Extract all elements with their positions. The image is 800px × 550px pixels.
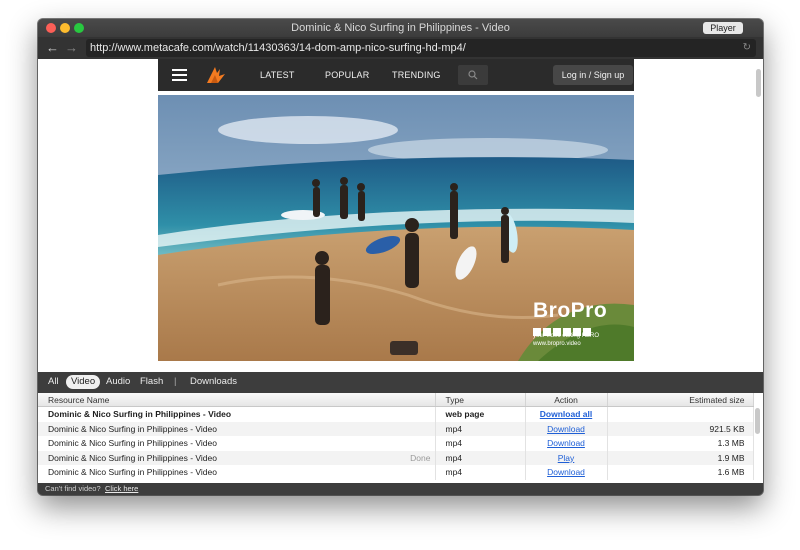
window-title: Dominic & Nico Surfing in Philippines - … xyxy=(291,22,510,34)
table-header: Resource Name Type Action Estimated size xyxy=(38,393,754,407)
table-row[interactable]: Dominic & Nico Surfing in Philippines - … xyxy=(38,436,754,451)
metacafe-logo-icon[interactable] xyxy=(206,65,226,85)
forward-arrow-icon[interactable]: → xyxy=(65,39,78,57)
column-header-type[interactable]: Type xyxy=(435,393,526,407)
filter-audio[interactable]: Audio xyxy=(106,372,130,392)
resource-action: Download xyxy=(525,421,608,436)
bropro-watermark: BroPro your video editing HERO www.bropr… xyxy=(533,300,633,348)
login-signup-button[interactable]: Log in / Sign up xyxy=(553,65,633,85)
resource-type: mp4 xyxy=(435,450,526,465)
resource-size: 1.3 MB xyxy=(607,436,754,451)
resource-size xyxy=(607,406,754,422)
column-header-name[interactable]: Resource Name xyxy=(38,393,436,407)
site-navbar: LATEST POPULAR TRENDING Log in / Sign up xyxy=(158,59,634,91)
download-link[interactable]: Download xyxy=(547,467,585,477)
player-button[interactable]: Player xyxy=(703,22,743,34)
filter-flash[interactable]: Flash xyxy=(140,372,163,392)
column-header-action[interactable]: Action xyxy=(525,393,608,407)
hamburger-menu-icon[interactable] xyxy=(172,69,187,81)
table-row[interactable]: Dominic & Nico Surfing in Philippines - … xyxy=(38,421,754,436)
minimize-window-button[interactable] xyxy=(60,23,70,33)
bropro-squares-icon xyxy=(533,323,633,336)
resource-size: 1.6 MB xyxy=(607,465,754,480)
resource-size: 1.9 MB xyxy=(607,450,754,465)
download-link[interactable]: Download xyxy=(547,424,585,434)
bropro-tagline: your video editing HERO xyxy=(533,333,600,339)
resource-action: Download xyxy=(525,465,608,480)
close-window-button[interactable] xyxy=(46,23,56,33)
click-here-link[interactable]: Click here xyxy=(105,483,138,495)
resource-type: mp4 xyxy=(435,421,526,436)
maximize-window-button[interactable] xyxy=(74,23,84,33)
video-player[interactable]: BroPro your video editing HERO www.bropr… xyxy=(158,95,634,361)
resource-status: Done xyxy=(410,452,431,463)
resource-name-text: Dominic & Nico Surfing in Philippines - … xyxy=(48,452,217,463)
resource-size: 921.5 KB xyxy=(607,421,754,436)
resource-name: Dominic & Nico Surfing in Philippines - … xyxy=(38,465,436,480)
reload-icon[interactable]: ↻ xyxy=(743,39,751,57)
table-row[interactable]: Dominic & Nico Surfing in Philippines - … xyxy=(38,465,754,480)
resource-type: mp4 xyxy=(435,436,526,451)
back-arrow-icon[interactable]: ← xyxy=(46,39,59,57)
browser-window: Dominic & Nico Surfing in Philippines - … xyxy=(38,19,763,495)
table-scrollbar[interactable] xyxy=(755,408,760,434)
download-all-link[interactable]: Download all xyxy=(540,409,592,419)
table-row[interactable]: Dominic & Nico Surfing in Philippines - … xyxy=(38,450,754,465)
nav-trending[interactable]: TRENDING xyxy=(392,59,441,91)
resource-name-text: Dominic & Nico Surfing in Philippines - … xyxy=(48,467,217,478)
download-link[interactable]: Download xyxy=(547,438,585,448)
filter-bar: All Video Audio Flash | Downloads xyxy=(38,372,763,392)
nav-latest[interactable]: LATEST xyxy=(260,59,295,91)
url-text: http://www.metacafe.com/watch/11430363/1… xyxy=(90,42,466,54)
resource-name: Dominic & Nico Surfing in Philippines - … xyxy=(38,450,436,465)
bropro-site: www.bropro.video xyxy=(533,341,581,347)
panel-footer: Can't find video? Click here xyxy=(38,483,763,495)
column-header-size[interactable]: Estimated size xyxy=(607,393,754,407)
resource-table: Resource Name Type Action Estimated size… xyxy=(38,393,763,483)
resource-name: Dominic & Nico Surfing in Philippines - … xyxy=(38,406,436,422)
resource-action: Play xyxy=(525,450,608,465)
address-bar: ← → http://www.metacafe.com/watch/114303… xyxy=(38,37,763,59)
filter-separator: | xyxy=(174,376,177,387)
resource-name: Dominic & Nico Surfing in Philippines - … xyxy=(38,421,436,436)
page-scrollbar[interactable] xyxy=(756,69,761,97)
resource-name-text: Dominic & Nico Surfing in Philippines - … xyxy=(48,423,217,434)
resource-name-text: Dominic & Nico Surfing in Philippines - … xyxy=(48,409,232,420)
web-content: LATEST POPULAR TRENDING Log in / Sign up xyxy=(38,59,763,372)
resource-action: Download xyxy=(525,436,608,451)
resource-name: Dominic & Nico Surfing in Philippines - … xyxy=(38,436,436,451)
table-row[interactable]: Dominic & Nico Surfing in Philippines - … xyxy=(38,406,754,422)
title-bar: Dominic & Nico Surfing in Philippines - … xyxy=(38,19,763,37)
resource-action: Download all xyxy=(525,406,608,422)
filter-video[interactable]: Video xyxy=(66,375,101,389)
play-link[interactable]: Play xyxy=(558,453,575,463)
filter-all[interactable]: All xyxy=(48,372,59,392)
nav-popular[interactable]: POPULAR xyxy=(325,59,369,91)
download-panel: All Video Audio Flash | Downloads Resour… xyxy=(38,372,763,495)
resource-type: mp4 xyxy=(435,465,526,480)
url-field[interactable]: http://www.metacafe.com/watch/11430363/1… xyxy=(86,39,756,57)
resource-type: web page xyxy=(435,406,526,422)
filter-downloads[interactable]: Downloads xyxy=(190,372,237,392)
cant-find-text: Can't find video? xyxy=(45,484,101,493)
search-icon xyxy=(468,70,478,80)
bropro-brand: BroPro xyxy=(533,299,608,322)
site-search-button[interactable] xyxy=(458,65,488,85)
resource-name-text: Dominic & Nico Surfing in Philippines - … xyxy=(48,438,217,449)
